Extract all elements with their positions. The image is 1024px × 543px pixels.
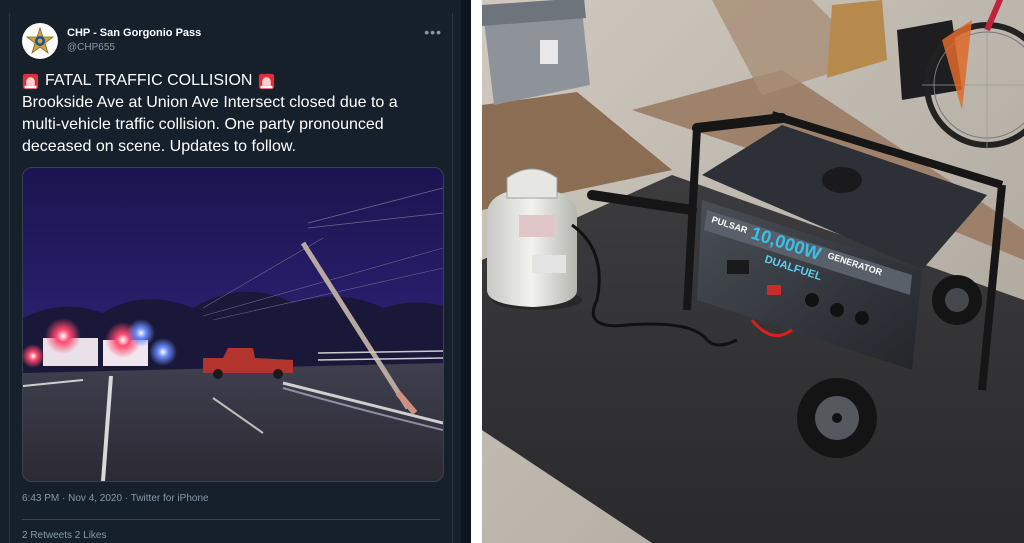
- headline-text: FATAL TRAFFIC COLLISION: [45, 72, 253, 89]
- tweet-timestamp[interactable]: 6:43 PM · Nov 4, 2020 · Twitter for iPho…: [22, 493, 209, 504]
- tweet-stats[interactable]: 2 Retweets 2 Likes: [22, 530, 107, 541]
- chp-star-badge-icon: [23, 24, 57, 58]
- panel-edge: [461, 0, 471, 543]
- rotating-light-icon: [22, 73, 39, 89]
- tweet-body: Brookside Ave at Union Ave Intersect clo…: [22, 94, 398, 155]
- night-road-scene-image: [23, 168, 443, 481]
- generator-photo-image: 10,000W GENERATOR DUALFUEL PULSAR: [482, 0, 1024, 543]
- tweet-card[interactable]: CHP - San Gorgonio Pass @CHP655 ••• FATA…: [9, 13, 453, 543]
- more-icon[interactable]: •••: [424, 24, 442, 40]
- tweet-panel: CHP - San Gorgonio Pass @CHP655 ••• FATA…: [0, 0, 471, 543]
- handle[interactable]: @CHP655: [67, 42, 115, 53]
- tweet-headline: FATAL TRAFFIC COLLISION: [22, 70, 432, 92]
- tweet-media[interactable]: [22, 167, 444, 482]
- divider: [22, 519, 440, 520]
- generator-photo: 10,000W GENERATOR DUALFUEL PULSAR: [482, 0, 1024, 543]
- display-name[interactable]: CHP - San Gorgonio Pass: [67, 27, 201, 39]
- rotating-light-icon: [259, 73, 275, 89]
- tweet-text: FATAL TRAFFIC COLLISION Brookside Ave at…: [22, 70, 432, 158]
- avatar[interactable]: [22, 23, 58, 59]
